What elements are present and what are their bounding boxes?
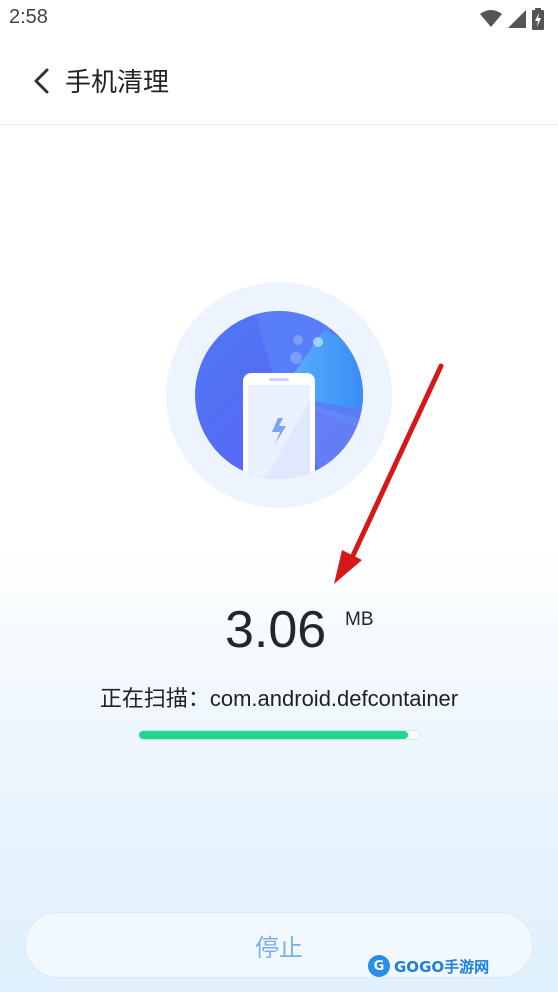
status-time: 2:58 — [9, 6, 48, 28]
page-title: 手机清理 — [65, 68, 170, 98]
wifi-icon — [480, 10, 502, 27]
scan-size-unit: MB — [345, 609, 374, 630]
scan-status-text: 正在扫描：com.android.defcontainer — [99, 686, 459, 711]
watermark-text: GOGO手游网 — [394, 957, 490, 976]
back-chevron-icon[interactable] — [30, 66, 54, 96]
scan-progress-bar — [138, 730, 420, 740]
scan-size-value: 3.06 — [225, 601, 327, 659]
status-icons — [480, 8, 544, 30]
scan-progress-fill — [139, 731, 408, 739]
signal-icon — [508, 10, 526, 28]
top-app-bar: 手机清理 — [0, 40, 558, 125]
watermark-logo-icon: G — [368, 955, 390, 977]
status-bar: 2:58 — [0, 0, 558, 40]
battery-charging-icon — [532, 8, 544, 30]
phone-scan-icon — [195, 311, 363, 479]
watermark: G GOGO手游网 — [368, 955, 489, 977]
